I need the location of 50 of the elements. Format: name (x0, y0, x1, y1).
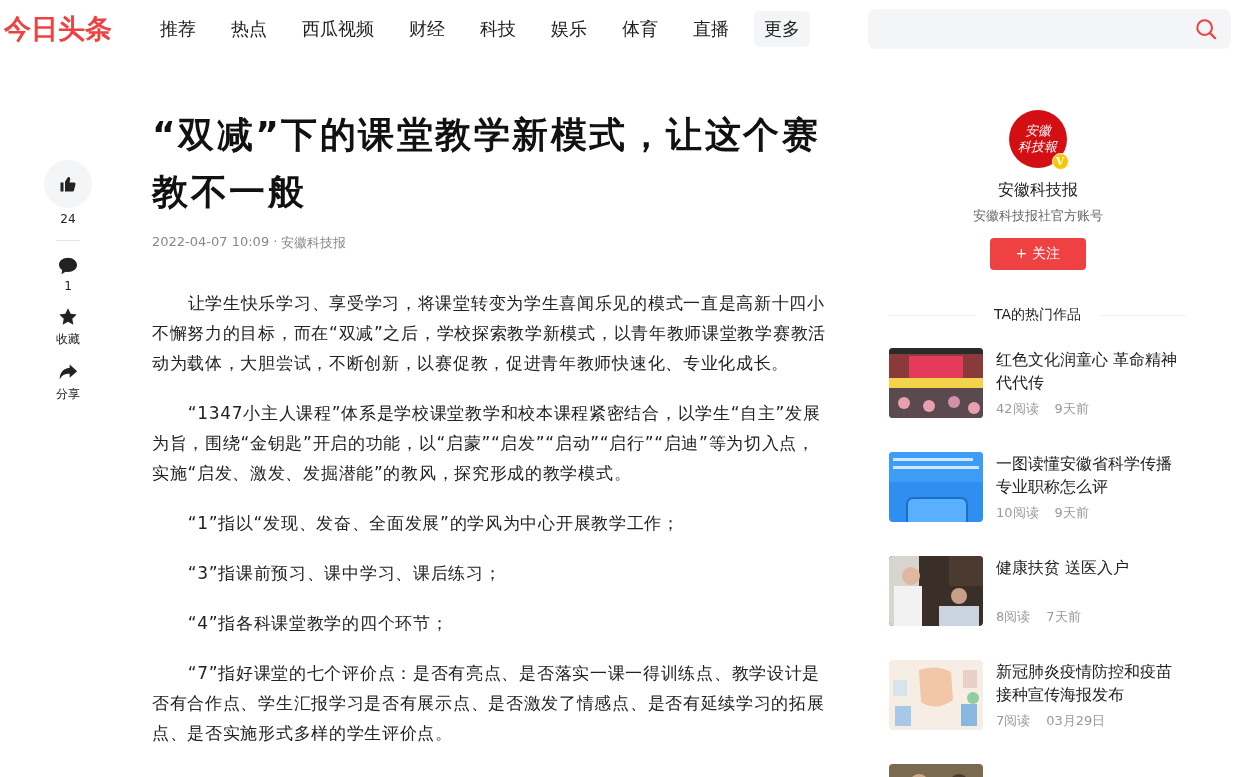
action-label: 1 (64, 279, 72, 293)
more-button[interactable]: 更多 (754, 11, 810, 47)
article-title: “双减”下的课堂教学新模式，让这个赛教不一般 (152, 113, 822, 214)
publish-date: 2022-04-07 10:09 (152, 234, 270, 251)
author-description: 安徽科技报社官方账号 (972, 207, 1103, 225)
author-name[interactable]: 安徽科技报 (997, 180, 1078, 201)
comment-icon (58, 257, 78, 275)
read-count: 8阅读 (996, 608, 1031, 626)
action-label: 收藏 (56, 331, 80, 348)
separator: · (273, 234, 278, 251)
action-label: 分享 (56, 386, 80, 403)
nav-link[interactable]: 财经 (399, 11, 455, 47)
hot-article-title[interactable]: 红色文化润童心 革命精神代代传 (996, 348, 1186, 394)
publish-time: 7天前 (1046, 608, 1081, 626)
article-paragraph: “7”指好课堂的七个评价点：是否有亮点、是否落实一课一得训练点、教学设计是否有合作点、学生汇报学习是否有展示点、是否激发了情感点、是否有延续学习的拓展点、是否实施形式多样的学生评价点。 (152, 662, 826, 745)
article-paragraph: “1”指以“发现、发奋、全面发展”的学风为中心开展教学工作； (186, 512, 681, 535)
hot-article-title[interactable]: 健康扶贫 送医入户 (996, 556, 1186, 579)
publish-time: 9天前 (1054, 504, 1089, 522)
article-paragraph: “3”指课前预习、课中学习、课后练习； (186, 562, 503, 585)
publish-time: 03月29日 (1046, 712, 1106, 730)
nav-link[interactable]: 直播 (683, 11, 739, 47)
article-paragraph: “1347小主人课程”体系是学校课堂教学和校本课程紧密结合，以学生“自主”发展为旨，围绕“金钥匙”开启的功能，以“启蒙”“启发”“启动”“启行”“启迪”等为切入点，实施“启发、激发、发掘潜能”的教风，探究形成的教学模式。 (152, 402, 822, 485)
article-source: 安徽科技报 (281, 234, 347, 252)
site-logo[interactable]: 今日头条 (4, 11, 150, 47)
author-avatar[interactable]: 安徽 科技報 V (1008, 110, 1067, 168)
hot-article-title[interactable]: 新冠肺炎疫情防控和疫苗接种宣传海报发布 (996, 660, 1186, 706)
article-paragraph: “4”指各科课堂教学的四个环节； (186, 612, 450, 635)
nav-link[interactable]: 科技 (470, 11, 526, 47)
read-count: 7阅读 (996, 712, 1031, 730)
hot-article-title[interactable]: 一图读懂安徽省科学传播专业职称怎么评 (996, 452, 1186, 498)
read-count: 42阅读 (996, 400, 1039, 418)
like-button[interactable] (44, 160, 92, 208)
action-label: 24 (60, 212, 76, 226)
nav-link[interactable]: 推荐 (150, 11, 206, 47)
thumbs-up-icon (59, 175, 77, 193)
publish-time: 9天前 (1054, 400, 1089, 418)
article-paragraph: 让学生快乐学习、享受学习，将课堂转变为学生喜闻乐见的模式一直是高新十四小不懈努力的目标，而在“双减”之后，学校探索教学新模式，以青年教师课堂教学赛教活动为载体，大胆尝试，不断创新，以赛促教，促进青年教师快速化、专业化成长。 (152, 292, 827, 375)
nav-link[interactable]: 热点 (221, 11, 277, 47)
follow-button[interactable]: + 关注 (989, 238, 1086, 270)
star-icon (58, 307, 78, 327)
comment-button[interactable] (58, 257, 78, 275)
verified-badge: V (1051, 153, 1069, 170)
section-heading: TA的热门作品 (994, 306, 1082, 324)
read-count: 10阅读 (996, 504, 1039, 522)
search-field[interactable] (868, 9, 1231, 49)
nav-link[interactable]: 娱乐 (541, 11, 597, 47)
nav-link[interactable]: 体育 (612, 11, 668, 47)
search-icon[interactable] (1195, 18, 1217, 40)
star-button[interactable] (58, 307, 78, 327)
nav-link[interactable]: 西瓜视频 (292, 11, 384, 47)
